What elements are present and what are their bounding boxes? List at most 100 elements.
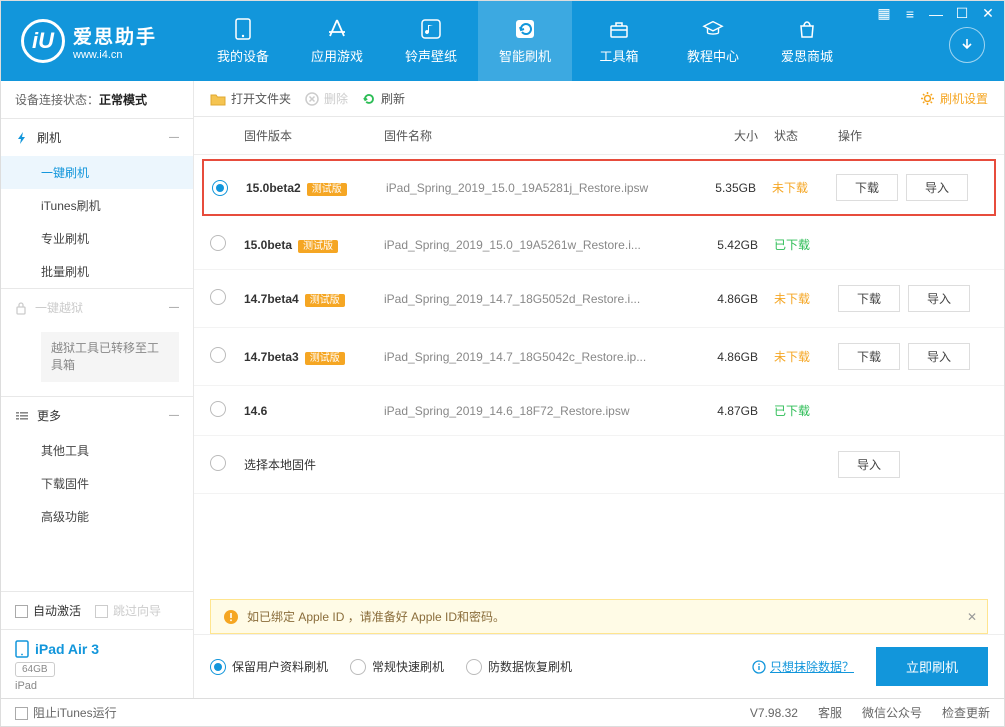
col-actions: 操作 <box>838 127 988 144</box>
nav-store[interactable]: 爱思商城 <box>760 1 854 81</box>
status-cell: 未下载 <box>758 348 838 365</box>
alert-close-button[interactable]: ✕ <box>967 610 977 624</box>
beta-badge: 测试版 <box>298 240 338 253</box>
status-bar: 阻止iTunes运行 V7.98.32 客服 微信公众号 检查更新 <box>1 698 1004 726</box>
customer-service-link[interactable]: 客服 <box>818 704 842 721</box>
block-itunes-checkbox[interactable]: 阻止iTunes运行 <box>15 704 117 721</box>
collapse-icon: — <box>169 410 179 421</box>
filename-cell: iPad_Spring_2019_14.6_18F72_Restore.ipsw <box>384 404 688 418</box>
sidebar: 设备连接状态：正常模式 刷机 — 一键刷机 iTunes刷机 专业刷机 批量刷机… <box>1 81 194 698</box>
firmware-row[interactable]: 14.6 iPad_Spring_2019_14.6_18F72_Restore… <box>194 386 1004 436</box>
app-header: iU 爱思助手 www.i4.cn 我的设备 应用游戏 铃声壁纸 智能刷机 工具… <box>1 1 1004 81</box>
firmware-row[interactable]: 15.0beta测试版 iPad_Spring_2019_15.0_19A526… <box>194 220 1004 270</box>
size-cell: 4.86GB <box>688 292 758 306</box>
device-icon <box>15 640 29 658</box>
skip-wizard-checkbox[interactable]: 跳过向导 <box>95 602 161 619</box>
sidebar-item-advanced[interactable]: 高级功能 <box>1 500 193 533</box>
auto-activate-checkbox[interactable]: 自动激活 <box>15 602 81 619</box>
row-radio[interactable] <box>210 401 226 417</box>
maximize-button[interactable]: ☐ <box>955 5 969 22</box>
option-normal[interactable]: 常规快速刷机 <box>350 658 444 676</box>
device-name[interactable]: iPad Air 3 <box>15 640 179 658</box>
actions-cell: 下载导入 <box>838 285 988 312</box>
import-button[interactable]: 导入 <box>906 174 968 201</box>
nav-apps[interactable]: 应用游戏 <box>290 1 384 81</box>
row-radio[interactable] <box>210 347 226 363</box>
gear-icon <box>920 91 935 106</box>
firmware-row[interactable]: 15.0beta2测试版 iPad_Spring_2019_15.0_19A52… <box>202 159 996 216</box>
refresh-icon <box>362 92 376 106</box>
filename-cell: iPad_Spring_2019_15.0_19A5261w_Restore.i… <box>384 238 688 252</box>
erase-link[interactable]: 只想抹除数据？ <box>752 658 854 675</box>
actions-cell: 下载导入 <box>838 343 988 370</box>
status-cell: 已下载 <box>758 236 838 253</box>
row-radio[interactable] <box>210 289 226 305</box>
warning-icon <box>223 609 239 625</box>
option-keep-data[interactable]: 保留用户资料刷机 <box>210 658 328 676</box>
sidebar-jailbreak-header[interactable]: 一键越狱 — <box>1 289 193 326</box>
app-name: 爱思助手 <box>73 22 157 49</box>
flash-section-icon <box>15 131 29 145</box>
size-cell: 5.35GB <box>686 181 756 195</box>
option-anti-recovery[interactable]: 防数据恢复刷机 <box>466 658 572 676</box>
local-label: 选择本地固件 <box>244 456 384 473</box>
sidebar-flash-header[interactable]: 刷机 — <box>1 119 193 156</box>
sidebar-more-header[interactable]: 更多 — <box>1 397 193 434</box>
nav-flash[interactable]: 智能刷机 <box>478 1 572 81</box>
filename-cell: iPad_Spring_2019_14.7_18G5042c_Restore.i… <box>384 350 688 364</box>
open-folder-button[interactable]: 打开文件夹 <box>210 90 291 107</box>
device-info: iPad Air 3 64GB iPad <box>1 629 193 698</box>
sidebar-item-other-tools[interactable]: 其他工具 <box>1 434 193 467</box>
device-type: iPad <box>15 680 179 692</box>
flash-settings-button[interactable]: 刷机设置 <box>920 90 988 107</box>
appstore-icon <box>326 18 348 40</box>
flash-now-button[interactable]: 立即刷机 <box>876 647 988 686</box>
row-radio[interactable] <box>210 455 226 471</box>
sidebar-item-itunes[interactable]: iTunes刷机 <box>1 189 193 222</box>
toolbox-icon <box>608 18 630 40</box>
close-button[interactable]: ✕ <box>981 5 995 22</box>
beta-badge: 测试版 <box>305 294 345 307</box>
import-button[interactable]: 导入 <box>908 343 970 370</box>
more-icon <box>15 408 29 422</box>
download-button[interactable]: 下载 <box>838 285 900 312</box>
jailbreak-note: 越狱工具已转移至工具箱 <box>41 332 179 382</box>
firmware-row[interactable]: 14.7beta4测试版 iPad_Spring_2019_14.7_18G50… <box>194 270 1004 328</box>
app-url: www.i4.cn <box>73 49 157 61</box>
import-button[interactable]: 导入 <box>838 451 900 478</box>
store-icon <box>796 18 818 40</box>
sidebar-item-download-fw[interactable]: 下载固件 <box>1 467 193 500</box>
delete-icon <box>305 92 319 106</box>
download-button[interactable]: 下载 <box>838 343 900 370</box>
size-cell: 4.86GB <box>688 350 758 364</box>
row-radio[interactable] <box>210 235 226 251</box>
beta-badge: 测试版 <box>307 183 347 196</box>
music-icon <box>420 18 442 40</box>
sidebar-item-oneclick[interactable]: 一键刷机 <box>1 156 193 189</box>
sidebar-item-pro[interactable]: 专业刷机 <box>1 222 193 255</box>
toolbar: 打开文件夹 删除 刷新 刷机设置 <box>194 81 1004 117</box>
nav-ringtones[interactable]: 铃声壁纸 <box>384 1 478 81</box>
nav-toolbox[interactable]: 工具箱 <box>572 1 666 81</box>
local-firmware-row[interactable]: 选择本地固件 导入 <box>194 436 1004 494</box>
list-icon[interactable]: ≡ <box>903 6 917 22</box>
row-radio[interactable] <box>212 180 228 196</box>
sidebar-item-batch[interactable]: 批量刷机 <box>1 255 193 288</box>
refresh-button[interactable]: 刷新 <box>362 90 405 107</box>
apple-id-alert: 如已绑定 Apple ID ，请准备好 Apple ID和密码。 ✕ <box>210 599 988 634</box>
beta-badge: 测试版 <box>305 352 345 365</box>
menu-icon[interactable]: ▦ <box>877 5 891 22</box>
main-nav: 我的设备 应用游戏 铃声壁纸 智能刷机 工具箱 教程中心 爱思商城 <box>196 1 984 81</box>
connection-status: 设备连接状态：正常模式 <box>1 81 193 118</box>
size-cell: 4.87GB <box>688 404 758 418</box>
nav-tutorial[interactable]: 教程中心 <box>666 1 760 81</box>
collapse-icon: — <box>169 302 179 313</box>
download-button[interactable]: 下载 <box>836 174 898 201</box>
check-update-link[interactable]: 检查更新 <box>942 704 990 721</box>
firmware-row[interactable]: 14.7beta3测试版 iPad_Spring_2019_14.7_18G50… <box>194 328 1004 386</box>
download-indicator[interactable] <box>949 27 985 63</box>
import-button[interactable]: 导入 <box>908 285 970 312</box>
minimize-button[interactable]: ― <box>929 6 943 22</box>
nav-my-device[interactable]: 我的设备 <box>196 1 290 81</box>
wechat-link[interactable]: 微信公众号 <box>862 704 922 721</box>
